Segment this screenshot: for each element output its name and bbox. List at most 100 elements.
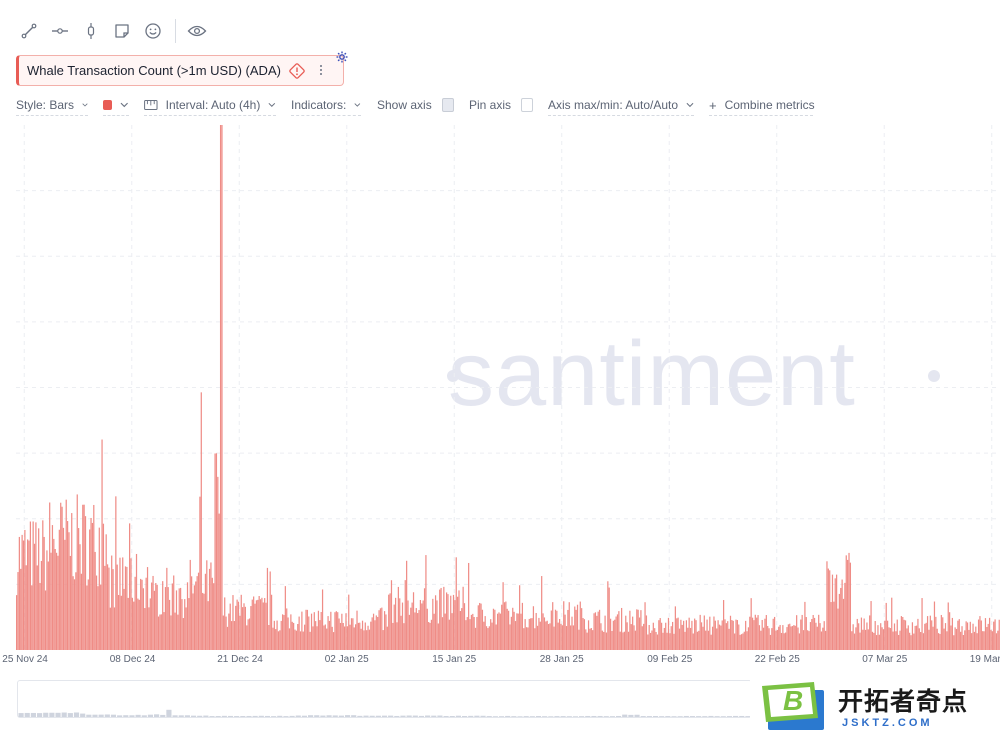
bar [997, 630, 999, 650]
navigator-chart[interactable] [18, 681, 751, 717]
bar [669, 633, 671, 650]
navigator-bar [375, 715, 381, 717]
bar [288, 628, 291, 650]
bar [327, 616, 329, 650]
bar [666, 632, 668, 650]
more-options-icon[interactable] [315, 61, 327, 79]
bar [293, 622, 295, 650]
navigator-bar [227, 715, 234, 717]
bar [823, 621, 825, 650]
bar [538, 617, 540, 650]
bar [703, 615, 705, 650]
bar [406, 560, 408, 650]
bar [508, 610, 510, 650]
pin-axis-toggle[interactable]: Pin axis [469, 95, 533, 115]
bar [734, 633, 736, 650]
navigator-bar [455, 715, 461, 717]
bar [797, 627, 799, 650]
bar [473, 617, 475, 650]
bar [674, 606, 676, 650]
bar [604, 615, 606, 650]
bar [468, 562, 470, 650]
bar [126, 566, 128, 650]
bar [534, 628, 536, 650]
navigator-bar [277, 715, 283, 717]
bar [295, 630, 297, 650]
axis-minmax-dropdown[interactable]: Axis max/min: Auto/Auto [548, 95, 694, 116]
bar [375, 615, 377, 650]
navigator-bar [640, 716, 646, 717]
candle-icon[interactable] [78, 18, 104, 44]
bar [754, 614, 756, 650]
bar [120, 595, 122, 650]
bar [662, 632, 664, 650]
bar [713, 616, 715, 650]
metric-pill[interactable]: Whale Transaction Count (>1m USD) (ADA) [16, 55, 344, 86]
bar [91, 522, 94, 650]
bar [50, 552, 52, 650]
bar [955, 628, 958, 650]
bar [982, 631, 984, 650]
bar [864, 629, 867, 650]
indicators-dropdown[interactable]: Indicators: [291, 95, 361, 116]
gear-icon[interactable] [336, 50, 348, 68]
bar [394, 597, 397, 650]
bar [859, 632, 861, 650]
plus-icon: + [709, 97, 717, 113]
bar [98, 527, 100, 650]
bar [791, 626, 794, 650]
interval-dropdown[interactable]: Interval: Auto (4h) [144, 95, 276, 116]
eye-icon[interactable] [184, 18, 210, 44]
style-dropdown[interactable]: Style: Bars [16, 95, 88, 116]
navigator-bar [357, 715, 363, 717]
navigator-bar [597, 715, 603, 717]
bar [782, 625, 784, 650]
note-icon[interactable] [109, 18, 135, 44]
warning-icon[interactable] [288, 62, 306, 85]
bar [222, 615, 224, 650]
chevron-down-icon [268, 102, 276, 107]
bar [933, 601, 936, 650]
range-navigator[interactable] [17, 680, 752, 718]
combine-metrics-button[interactable]: + Combine metrics [709, 95, 815, 116]
navigator-bar [480, 715, 486, 717]
bar [813, 617, 816, 650]
bar [474, 627, 477, 650]
bar [582, 617, 584, 650]
bar [936, 628, 938, 650]
show-axis-checkbox[interactable] [441, 98, 454, 112]
bar [800, 619, 802, 650]
bar [502, 582, 504, 650]
navigator-bar [498, 716, 505, 717]
bar [564, 614, 566, 650]
bar [356, 610, 358, 650]
bar [58, 529, 60, 650]
bar-chart[interactable] [16, 125, 1000, 650]
navigator-bar [30, 712, 36, 717]
bar [920, 632, 922, 650]
bar [62, 527, 65, 650]
bar [46, 550, 48, 650]
bar [659, 618, 661, 650]
navigator-bar [264, 715, 271, 717]
pin-axis-checkbox[interactable] [521, 98, 533, 112]
bar [987, 623, 989, 650]
bar [321, 589, 324, 650]
trend-line-icon[interactable] [16, 18, 42, 44]
horizontal-ray-icon[interactable] [47, 18, 73, 44]
emoji-icon[interactable] [140, 18, 166, 44]
show-axis-toggle[interactable]: Show axis [377, 95, 454, 115]
navigator-bar [572, 716, 579, 717]
navigator-bar [61, 712, 67, 717]
bar [678, 628, 681, 650]
bar [995, 633, 998, 650]
color-picker[interactable] [103, 95, 129, 116]
navigator-bar [461, 715, 468, 717]
bar [895, 631, 897, 650]
navigator-bar [400, 715, 406, 717]
color-swatch [103, 100, 113, 110]
bar [907, 625, 909, 650]
bar [626, 622, 628, 650]
bar [330, 611, 332, 650]
grid [16, 125, 1000, 650]
